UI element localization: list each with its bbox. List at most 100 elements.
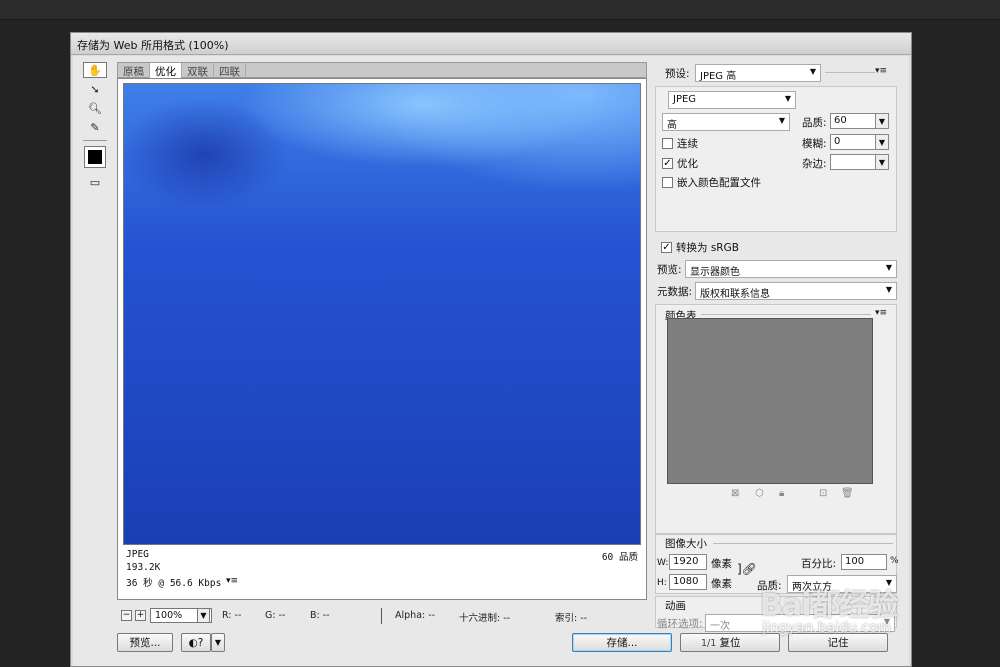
hand-tool-icon[interactable]: ✋ bbox=[83, 62, 107, 78]
width-label: W: bbox=[657, 558, 669, 568]
blur-slider-icon[interactable]: ▼ bbox=[875, 134, 889, 150]
dialog-body: ✋ ➘ 🔍︎ ✎ ▭ 原稿 优化 双联 四联 JPEG 193.2K 36 秒 … bbox=[73, 56, 909, 666]
loop-options-value: 一次 bbox=[710, 621, 730, 632]
status-hex: 十六进制: -- bbox=[459, 613, 511, 624]
preset-divider bbox=[825, 72, 875, 73]
preview-quality: 60 品质 bbox=[601, 552, 638, 563]
percent-field[interactable]: 100 bbox=[841, 554, 887, 570]
toolbox: ✋ ➘ 🔍︎ ✎ ▭ bbox=[83, 62, 109, 192]
toggle-slices-icon[interactable]: ▭ bbox=[83, 174, 107, 190]
embed-profile-label: 嵌入颜色配置文件 bbox=[677, 177, 761, 189]
height-unit: 像素 bbox=[711, 578, 732, 590]
settings-panel: 预设: JPEG 高 ▼ ▾≡ JPEG ▼ 高 ▼ 品质: 60 ▼ 连续 模糊: … bbox=[655, 62, 901, 632]
app-top-bar bbox=[0, 0, 1000, 20]
dialog-title: 存储为 Web 所用格式 (100%) bbox=[77, 39, 229, 52]
metadata-value: 版权和联系信息 bbox=[700, 289, 770, 300]
map-transparent-icon[interactable]: ⊠ bbox=[731, 488, 739, 499]
watermark-brand: Bai都经验 bbox=[760, 588, 898, 623]
progressive-checkbox[interactable] bbox=[662, 138, 673, 149]
format-value: JPEG bbox=[673, 94, 697, 105]
chevron-down-icon: ▼ bbox=[885, 285, 892, 294]
preview-mode-value: 显示器颜色 bbox=[690, 267, 740, 278]
preview-pane: JPEG 193.2K 36 秒 @ 56.6 Kbps ▾≡ 60 品质 bbox=[117, 78, 647, 600]
preview-format: JPEG bbox=[126, 549, 149, 560]
blur-label: 模糊: bbox=[802, 138, 827, 150]
zoom-out-icon[interactable]: − bbox=[121, 610, 132, 621]
width-field[interactable]: 1920 bbox=[669, 554, 707, 570]
preview-mode-label: 预览: bbox=[657, 264, 682, 276]
format-select[interactable]: JPEG ▼ bbox=[668, 91, 796, 109]
browser-dropdown-icon[interactable]: ▼ bbox=[211, 633, 225, 652]
view-tabs: 原稿 优化 双联 四联 bbox=[117, 62, 647, 78]
watermark-url: jingyan.baidu.com bbox=[762, 620, 892, 636]
status-b: B: -- bbox=[310, 610, 330, 621]
height-label: H: bbox=[657, 578, 667, 588]
quality-label: 品质: bbox=[802, 117, 827, 129]
matte-field[interactable] bbox=[830, 154, 876, 170]
preset-label: 预设: bbox=[665, 68, 690, 80]
toolbox-divider bbox=[83, 140, 107, 141]
delete-color-icon[interactable]: 🗑︎ bbox=[841, 488, 854, 499]
image-size-divider bbox=[713, 543, 893, 544]
status-r: R: -- bbox=[222, 610, 242, 621]
matte-dropdown-icon[interactable]: ▼ bbox=[875, 154, 889, 170]
quality-slider-icon[interactable]: ▼ bbox=[875, 113, 889, 129]
optimize-menu-icon[interactable]: ▾≡ bbox=[875, 66, 887, 76]
metadata-select[interactable]: 版权和联系信息 ▼ bbox=[695, 282, 897, 300]
zoom-in-icon[interactable]: + bbox=[135, 610, 146, 621]
optimized-checkbox[interactable]: ✓ bbox=[662, 158, 673, 169]
save-button[interactable]: 存储... bbox=[572, 633, 672, 652]
animation-frame-counter: 1/1 bbox=[701, 638, 717, 649]
quality-preset-select[interactable]: 高 ▼ bbox=[662, 113, 790, 131]
preset-select[interactable]: JPEG 高 ▼ bbox=[695, 64, 821, 82]
status-index: 索引: -- bbox=[555, 613, 588, 624]
slice-select-tool-icon[interactable]: ➘ bbox=[83, 81, 107, 97]
dialog-titlebar[interactable]: 存储为 Web 所用格式 (100%) bbox=[71, 33, 911, 55]
metadata-label: 元数据: bbox=[657, 286, 693, 298]
color-table-divider bbox=[701, 314, 871, 315]
color-table-swatches[interactable] bbox=[667, 318, 873, 484]
download-speed-menu-icon[interactable]: ▾≡ bbox=[226, 576, 238, 586]
preview-button[interactable]: 预览... bbox=[117, 633, 173, 652]
eyedropper-color-swatch[interactable] bbox=[84, 146, 106, 168]
preview-mode-select[interactable]: 显示器颜色 ▼ bbox=[685, 260, 897, 278]
blur-field[interactable]: 0 bbox=[830, 134, 876, 150]
matte-label: 杂边: bbox=[802, 158, 827, 170]
percent-label: 百分比: bbox=[801, 558, 837, 570]
lock-color-icon[interactable]: 🔒︎ bbox=[779, 488, 784, 499]
chevron-down-icon: ▼ bbox=[809, 67, 816, 76]
browser-preview-icon[interactable]: ◐? bbox=[181, 633, 211, 652]
chevron-down-icon: ▼ bbox=[784, 94, 791, 103]
chevron-down-icon: ▼ bbox=[778, 116, 785, 125]
baidu-watermark: Bai都经验 jingyan.baidu.com bbox=[760, 580, 960, 650]
optimized-label: 优化 bbox=[677, 158, 698, 170]
height-field[interactable]: 1080 bbox=[669, 574, 707, 590]
save-for-web-dialog: 存储为 Web 所用格式 (100%) ✋ ➘ 🔍︎ ✎ ▭ 原稿 优化 双联 … bbox=[70, 32, 912, 667]
quality-preset-value: 高 bbox=[667, 120, 677, 131]
status-alpha: Alpha: -- bbox=[395, 610, 436, 621]
tab-original[interactable]: 原稿 bbox=[118, 63, 150, 78]
status-divider bbox=[381, 608, 382, 624]
zoom-dropdown-icon[interactable]: ▼ bbox=[197, 608, 210, 623]
tab-2up[interactable]: 双联 bbox=[182, 63, 214, 78]
status-bar: − + 100% ▼ R: -- G: -- B: -- Alpha: -- 十… bbox=[117, 608, 657, 624]
image-preview[interactable] bbox=[123, 83, 641, 545]
convert-srgb-checkbox[interactable]: ✓ bbox=[661, 242, 672, 253]
constrain-proportions-link-icon[interactable]: ]🔗︎ bbox=[737, 562, 757, 576]
optimization-settings-group: JPEG ▼ 高 ▼ 品质: 60 ▼ 连续 模糊: 0 ▼ ✓ 优化 杂边: ▼ bbox=[655, 86, 897, 232]
preview-file-size: 193.2K bbox=[126, 562, 161, 573]
status-g: G: -- bbox=[265, 610, 286, 621]
quality-field[interactable]: 60 bbox=[830, 113, 876, 129]
zoom-tool-icon[interactable]: 🔍︎ bbox=[83, 100, 107, 116]
eyedropper-tool-icon[interactable]: ✎ bbox=[83, 119, 107, 135]
tab-4up[interactable]: 四联 bbox=[214, 63, 246, 78]
embed-profile-checkbox[interactable] bbox=[662, 177, 673, 188]
animation-title: 动画 bbox=[665, 600, 686, 612]
color-table-menu-icon[interactable]: ▾≡ bbox=[875, 308, 887, 318]
percent-unit: % bbox=[890, 556, 899, 566]
preview-download-time: 36 秒 @ 56.6 Kbps bbox=[126, 578, 222, 589]
tab-optimized[interactable]: 优化 bbox=[150, 63, 182, 78]
web-snap-icon[interactable]: ⬡ bbox=[755, 488, 764, 499]
new-color-icon[interactable]: ⊡ bbox=[819, 488, 827, 499]
convert-srgb-label: 转换为 sRGB bbox=[676, 242, 739, 254]
